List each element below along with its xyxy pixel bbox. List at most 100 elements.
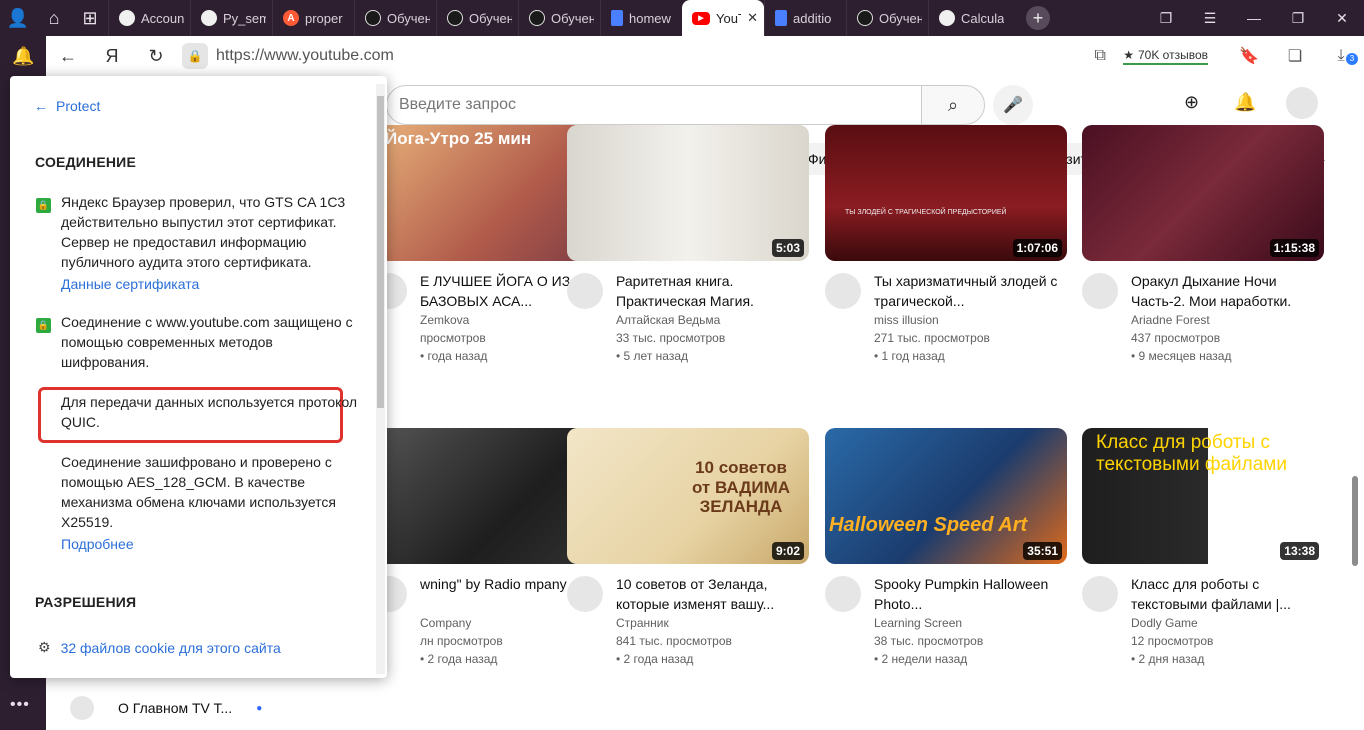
upload-age-text: 2 года назад xyxy=(623,652,694,666)
duration-badge: 35:51 xyxy=(1023,542,1062,560)
back-link[interactable]: ← Protect xyxy=(34,98,100,114)
connection-heading: СОЕДИНЕНИЕ xyxy=(35,154,136,170)
video-title[interactable]: 10 советов от Зеланда, которые изменят в… xyxy=(616,574,806,614)
close-tab-icon[interactable]: ✕ xyxy=(747,10,758,26)
certificate-link[interactable]: Данные сертификата xyxy=(61,274,361,294)
duration-badge: 5:03 xyxy=(771,239,804,257)
video-thumbnail[interactable]: Halloween Speed Art 35:51 xyxy=(825,428,1067,564)
yandex-icon[interactable]: Я xyxy=(90,46,134,67)
notifications-icon[interactable]: 🔔 xyxy=(12,46,34,67)
channel-name[interactable]: Ariadne Forest xyxy=(1131,311,1231,329)
video-title[interactable]: Раритетная книга. Практическая Магия. xyxy=(616,271,806,311)
more-link[interactable]: Подробнее xyxy=(61,534,361,554)
mic-button[interactable]: 🎤 xyxy=(993,85,1033,125)
close-window-button[interactable]: ✕ xyxy=(1320,10,1364,27)
downloads-icon[interactable]: ⤓ 3 xyxy=(1318,47,1364,65)
view-count: 12 просмотров xyxy=(1131,634,1214,648)
upload-age-text: 5 лет назад xyxy=(623,349,689,363)
video-card[interactable]: 10 советов от ВАДИМА ЗЕЛАНДА 9:02 10 совет… xyxy=(567,428,809,666)
menu-icon[interactable]: ☰ xyxy=(1188,10,1232,27)
video-title[interactable]: Оракул Дыхание Ночи Часть-2. Мои наработ… xyxy=(1131,271,1321,311)
profile-icon[interactable]: 👤 xyxy=(0,0,36,36)
channel-avatar[interactable] xyxy=(825,273,861,309)
channel-name[interactable]: Company xyxy=(420,614,503,632)
browser-tab[interactable]: Обучен xyxy=(846,0,928,36)
channel-avatar[interactable] xyxy=(567,273,603,309)
browser-tab[interactable]: Aproper xyxy=(272,0,354,36)
minimize-button[interactable]: — xyxy=(1232,10,1276,26)
translate-icon[interactable]: ⧉ xyxy=(1077,47,1123,65)
browser-tab[interactable]: Обучен xyxy=(354,0,436,36)
back-arrow-icon[interactable]: ← xyxy=(46,46,90,67)
channel-avatar[interactable] xyxy=(1082,576,1118,612)
browser-tab[interactable]: homew xyxy=(600,0,682,36)
video-card[interactable]: ТЫ ЗЛОДЕЙ С ТРАГИЧЕСКОЙ ПРЕДЫСТОРИЕЙ 1:07… xyxy=(825,125,1067,363)
bookmark-icon[interactable]: 🔖 xyxy=(1226,46,1272,66)
tab-label: Обучен xyxy=(469,10,512,26)
view-count: 38 тыс. просмотров xyxy=(874,634,984,648)
create-video-icon[interactable]: ⊕ xyxy=(1184,92,1199,113)
tab-label: YouT xyxy=(716,10,741,26)
video-thumbnail[interactable]: 1:15:38 xyxy=(1082,125,1324,261)
search-input[interactable]: Введите запрос xyxy=(386,85,922,125)
thumbnail-caption: ТЫ ЗЛОДЕЙ С ТРАГИЧЕСКОЙ ПРЕДЫСТОРИЕЙ xyxy=(845,209,1007,216)
star-icon: ★ xyxy=(1123,47,1134,62)
url-field[interactable]: https://www.youtube.com xyxy=(216,47,1077,65)
new-tab-button[interactable]: + xyxy=(1026,6,1050,30)
view-count: просмотров xyxy=(420,331,486,345)
page-scrollbar[interactable] xyxy=(1352,476,1358,566)
ai-favicon-icon xyxy=(857,10,873,26)
channel-name[interactable]: Dodly Game xyxy=(1131,614,1213,632)
notifications-bell-icon[interactable]: 🔔 xyxy=(1234,92,1256,113)
green-lock-icon: 🔒 xyxy=(36,198,51,213)
reviews-badge[interactable]: ★ 70K отзывов xyxy=(1123,48,1208,65)
video-thumbnail[interactable]: 5:03 xyxy=(567,125,809,261)
video-card[interactable]: Halloween Speed Art 35:51 Spooky Pumpkin H… xyxy=(825,428,1067,666)
channel-name[interactable]: Алтайская Ведьма xyxy=(616,311,725,329)
home-tabs-icon[interactable]: ⌂ xyxy=(36,0,72,36)
browser-tab[interactable]: Calcula xyxy=(928,0,1010,36)
video-card[interactable]: 5:03 Раритетная книга. Практическая Магия… xyxy=(567,125,809,363)
video-thumbnail[interactable]: 10 советов от ВАДИМА ЗЕЛАНДА 9:02 xyxy=(567,428,809,564)
video-card[interactable]: Класс для роботы с текстовыми файлами 13:… xyxy=(1082,428,1324,666)
popup-scrollbar[interactable] xyxy=(376,84,385,674)
lock-icon[interactable]: 🔒 xyxy=(182,43,208,69)
more-icon[interactable]: ••• xyxy=(10,696,30,714)
popup-scroll-thumb[interactable] xyxy=(377,96,384,408)
video-title[interactable]: Класс для роботы с текстовыми файлами |.… xyxy=(1131,574,1321,614)
browser-tab[interactable]: Обучен xyxy=(518,0,600,36)
browser-tab[interactable]: Accoun xyxy=(108,0,190,36)
tab-label: additio xyxy=(793,10,832,26)
channel-name[interactable]: Zemkova xyxy=(420,311,487,329)
mic-icon: 🎤 xyxy=(1003,97,1023,114)
video-title[interactable]: Ты харизматичный злодей с трагической... xyxy=(874,271,1064,311)
reload-icon[interactable]: ↻ xyxy=(134,46,178,67)
restore-button[interactable]: ❐ xyxy=(1276,10,1320,27)
channel-avatar[interactable] xyxy=(825,576,861,612)
video-thumbnail[interactable]: ТЫ ЗЛОДЕЙ С ТРАГИЧЕСКОЙ ПРЕДЫСТОРИЕЙ 1:07… xyxy=(825,125,1067,261)
browser-tab[interactable]: ▶ YouT ✕ xyxy=(682,0,764,36)
collections-icon[interactable]: ❏ xyxy=(1272,46,1318,66)
search-button[interactable]: ⌕ xyxy=(921,85,985,125)
tab-manager-icon[interactable]: ❐ xyxy=(1144,10,1188,27)
channel-avatar[interactable] xyxy=(567,576,603,612)
browser-tab[interactable]: Py_sem xyxy=(190,0,272,36)
new-window-icon[interactable]: ⊞ xyxy=(72,0,108,36)
channel-avatar[interactable] xyxy=(1082,273,1118,309)
browser-tab[interactable]: Обучен xyxy=(436,0,518,36)
channel-name[interactable]: Learning Screen xyxy=(874,614,983,632)
cookie-icon: ⚙ xyxy=(38,639,51,655)
channel-name[interactable]: miss illusion xyxy=(874,311,990,329)
channel-name[interactable]: Странник xyxy=(616,614,732,632)
address-bar: ← Я ↻ 🔒 https://www.youtube.com ⧉ ★ 70K о… xyxy=(46,36,1364,76)
account-avatar[interactable] xyxy=(1286,87,1318,119)
video-card[interactable]: 1:15:38 Оракул Дыхание Ночи Часть-2. Мои … xyxy=(1082,125,1324,363)
video-title[interactable]: Spooky Pumpkin Halloween Photo... xyxy=(874,574,1064,614)
cookies-link[interactable]: ⚙ 32 файлов cookie для этого сайта xyxy=(38,639,281,656)
gh-favicon-icon xyxy=(939,10,955,26)
video-meta: Dodly Game 12 просмотров • 2 дня назад xyxy=(1131,614,1213,668)
sidebar-subscription[interactable]: О Главном TV T... ● xyxy=(70,696,262,720)
browser-tab[interactable]: additio xyxy=(764,0,846,36)
tab-label: Py_sem xyxy=(223,10,266,26)
video-thumbnail[interactable]: Класс для роботы с текстовыми файлами 13:… xyxy=(1082,428,1324,564)
